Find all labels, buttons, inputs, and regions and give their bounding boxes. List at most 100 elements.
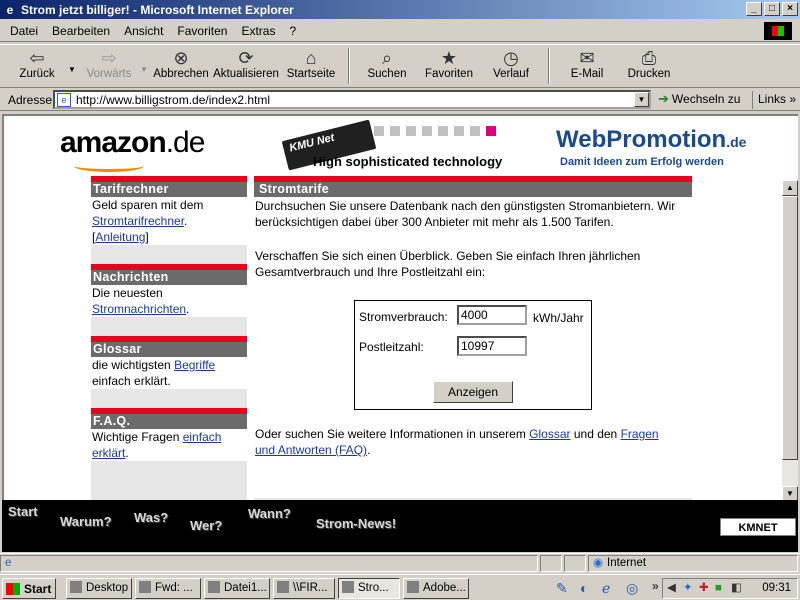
go-button[interactable]: ➔ Wechseln zu [658, 91, 740, 107]
link-faq-erklaert[interactable]: einfach [183, 430, 222, 444]
link-faq-erklaert-2[interactable]: erklärt [92, 446, 125, 460]
address-dropdown-icon[interactable]: ▼ [634, 92, 649, 107]
quicklaunch-more[interactable]: » [652, 579, 659, 593]
link-stromnachrichten[interactable]: Stromnachrichten [92, 302, 186, 316]
nav-wann[interactable]: Wann? [248, 506, 291, 521]
link-anleitung[interactable]: Anleitung [95, 230, 145, 244]
section-title: Glossar [91, 342, 247, 357]
link-fragen[interactable]: Fragen [621, 427, 659, 441]
intro-text: Durchsuchen Sie unsere Datenbank nach de… [255, 199, 676, 229]
menu-datei[interactable]: Datei [10, 24, 38, 38]
bottom-navigation: Start Warum? Was? Wer? Wann? Strom-News!… [2, 500, 798, 552]
network-icon[interactable]: ✦ [683, 579, 693, 598]
nav-was[interactable]: Was? [134, 510, 168, 525]
quicklaunch-media-icon[interactable]: ◎ [626, 580, 638, 597]
sidebar: Tarifrechner Geld sparen mit dem Stromta… [91, 176, 247, 500]
title-bar: e Strom jetzt billiger! - Microsoft Inte… [0, 0, 800, 19]
usage-label: Stromverbrauch: [359, 310, 448, 324]
menu-bearbeiten[interactable]: Bearbeiten [52, 24, 110, 38]
scroll-up-icon[interactable]: ▲ [782, 180, 798, 196]
task-desktop[interactable]: Desktop [66, 578, 132, 599]
start-button[interactable]: Start [2, 578, 56, 599]
amazon-smile-icon [74, 160, 144, 172]
zip-input[interactable]: 10997 [457, 336, 527, 356]
webpromotion-logo[interactable]: WebPromotion.de [556, 126, 746, 154]
menu-help[interactable]: ? [289, 24, 296, 38]
page-viewport: amazon.de KMU Net High sophisticated tec… [2, 114, 798, 500]
window-title: Strom jetzt billiger! - Microsoft Intern… [21, 2, 294, 17]
back-dropdown-icon[interactable]: ▼ [68, 45, 78, 74]
sidebar-section-news: Nachrichten Die neuesten Stromnachrichte… [91, 264, 247, 317]
quicklaunch-ie-icon[interactable]: ℯ [602, 580, 610, 597]
favorites-icon: ★ [440, 47, 458, 68]
status-bar: e ◉ Internet [0, 553, 800, 572]
tariff-form: Stromverbrauch: 4000 kWh/Jahr Postleitza… [354, 300, 592, 410]
home-button[interactable]: ⌂ Startseite [280, 45, 342, 87]
main-title: Stromtarife [254, 182, 692, 197]
stop-button[interactable]: ⊗ Abbrechen [150, 45, 212, 87]
tray-app2-icon[interactable]: ■ [715, 579, 722, 598]
quicklaunch-outlook-icon[interactable]: ◐ [580, 580, 588, 596]
links-button[interactable]: Links » [752, 91, 796, 109]
task-fir[interactable]: \\FIR... [273, 578, 335, 599]
task-datei1[interactable]: Datei1... [204, 578, 270, 599]
forward-button[interactable]: ⇨ Vorwärts [78, 45, 140, 87]
menu-extras[interactable]: Extras [241, 24, 275, 38]
link-glossar[interactable]: Glossar [529, 427, 570, 441]
favorites-button[interactable]: ★ Favoriten [418, 45, 480, 87]
link-begriffe[interactable]: Begriffe [174, 358, 215, 372]
section-title: Tarifrechner [91, 182, 247, 197]
tray-app-icon[interactable]: ✚ [699, 579, 709, 598]
toolbar-separator [548, 48, 550, 84]
address-input[interactable]: e http://www.billigstrom.de/index2.html … [53, 90, 651, 109]
scroll-thumb[interactable] [782, 196, 798, 460]
nav-warum[interactable]: Warum? [60, 514, 112, 529]
clock: 09:31 [762, 582, 791, 594]
main-content: Stromtarife Durchsuchen Sie unsere Daten… [254, 176, 692, 500]
print-button[interactable]: ⎙ Drucken [618, 45, 680, 87]
stop-icon: ⊗ [173, 47, 189, 68]
address-url: http://www.billigstrom.de/index2.html [76, 92, 271, 107]
maximize-button[interactable]: □ [764, 2, 780, 16]
nav-wer[interactable]: Wer? [190, 518, 222, 533]
go-arrow-icon: ➔ [658, 91, 669, 106]
link-stromtarifrechner[interactable]: Stromtarifrechner [92, 214, 184, 228]
submit-button[interactable]: Anzeigen [433, 381, 513, 403]
nav-start[interactable]: Start [8, 504, 38, 519]
menu-ansicht[interactable]: Ansicht [124, 24, 163, 38]
windows-logo-icon [764, 22, 792, 40]
amazon-logo[interactable]: amazon.de [60, 126, 205, 172]
sidebar-section-faq: F.A.Q. Wichtige Fragen einfach erklärt. [91, 408, 247, 461]
vertical-scrollbar[interactable]: ▲ ▼ [782, 180, 798, 500]
status-zone: ◉ Internet [588, 555, 798, 572]
history-icon: ◷ [503, 47, 519, 68]
webpromotion-slogan: Damit Ideen zum Erfolg werden [560, 156, 724, 168]
minimize-button[interactable]: _ [746, 2, 762, 16]
back-arrow-icon: ⇦ [29, 47, 45, 68]
volume-icon[interactable]: ◀ [667, 579, 676, 598]
refresh-button[interactable]: ⟳ Aktualisieren [212, 45, 280, 87]
task-strom[interactable]: Stro... [338, 578, 400, 599]
nav-strom-news[interactable]: Strom-News! [316, 516, 396, 531]
link-antworten-faq[interactable]: und Antworten (FAQ) [255, 443, 367, 457]
forward-arrow-icon: ⇨ [101, 47, 117, 68]
search-button[interactable]: ⌕ Suchen [356, 45, 418, 87]
tray-app3-icon[interactable]: ◧ [731, 579, 742, 598]
address-bar: Adresse e http://www.billigstrom.de/inde… [0, 89, 800, 111]
task-adobe[interactable]: Adobe... [403, 578, 469, 599]
mail-icon: ✉ [579, 47, 595, 68]
close-button[interactable]: × [782, 2, 798, 16]
back-button[interactable]: ⇦ Zurück [6, 45, 68, 87]
zip-label: Postleitzahl: [359, 340, 424, 354]
section-title: Nachrichten [91, 270, 247, 285]
usage-input[interactable]: 4000 [457, 305, 527, 325]
quicklaunch-edit-icon[interactable]: ✎ [556, 580, 568, 597]
history-button[interactable]: ◷ Verlauf [480, 45, 542, 87]
kmnet-logo[interactable]: KMNET [720, 518, 796, 536]
task-fwd[interactable]: Fwd: ... [135, 578, 201, 599]
menu-favoriten[interactable]: Favoriten [177, 24, 227, 38]
forward-dropdown-icon[interactable]: ▼ [140, 45, 150, 74]
mail-button[interactable]: ✉ E-Mail [556, 45, 618, 87]
page-icon: e [57, 92, 71, 107]
scroll-down-icon[interactable]: ▼ [782, 486, 798, 500]
